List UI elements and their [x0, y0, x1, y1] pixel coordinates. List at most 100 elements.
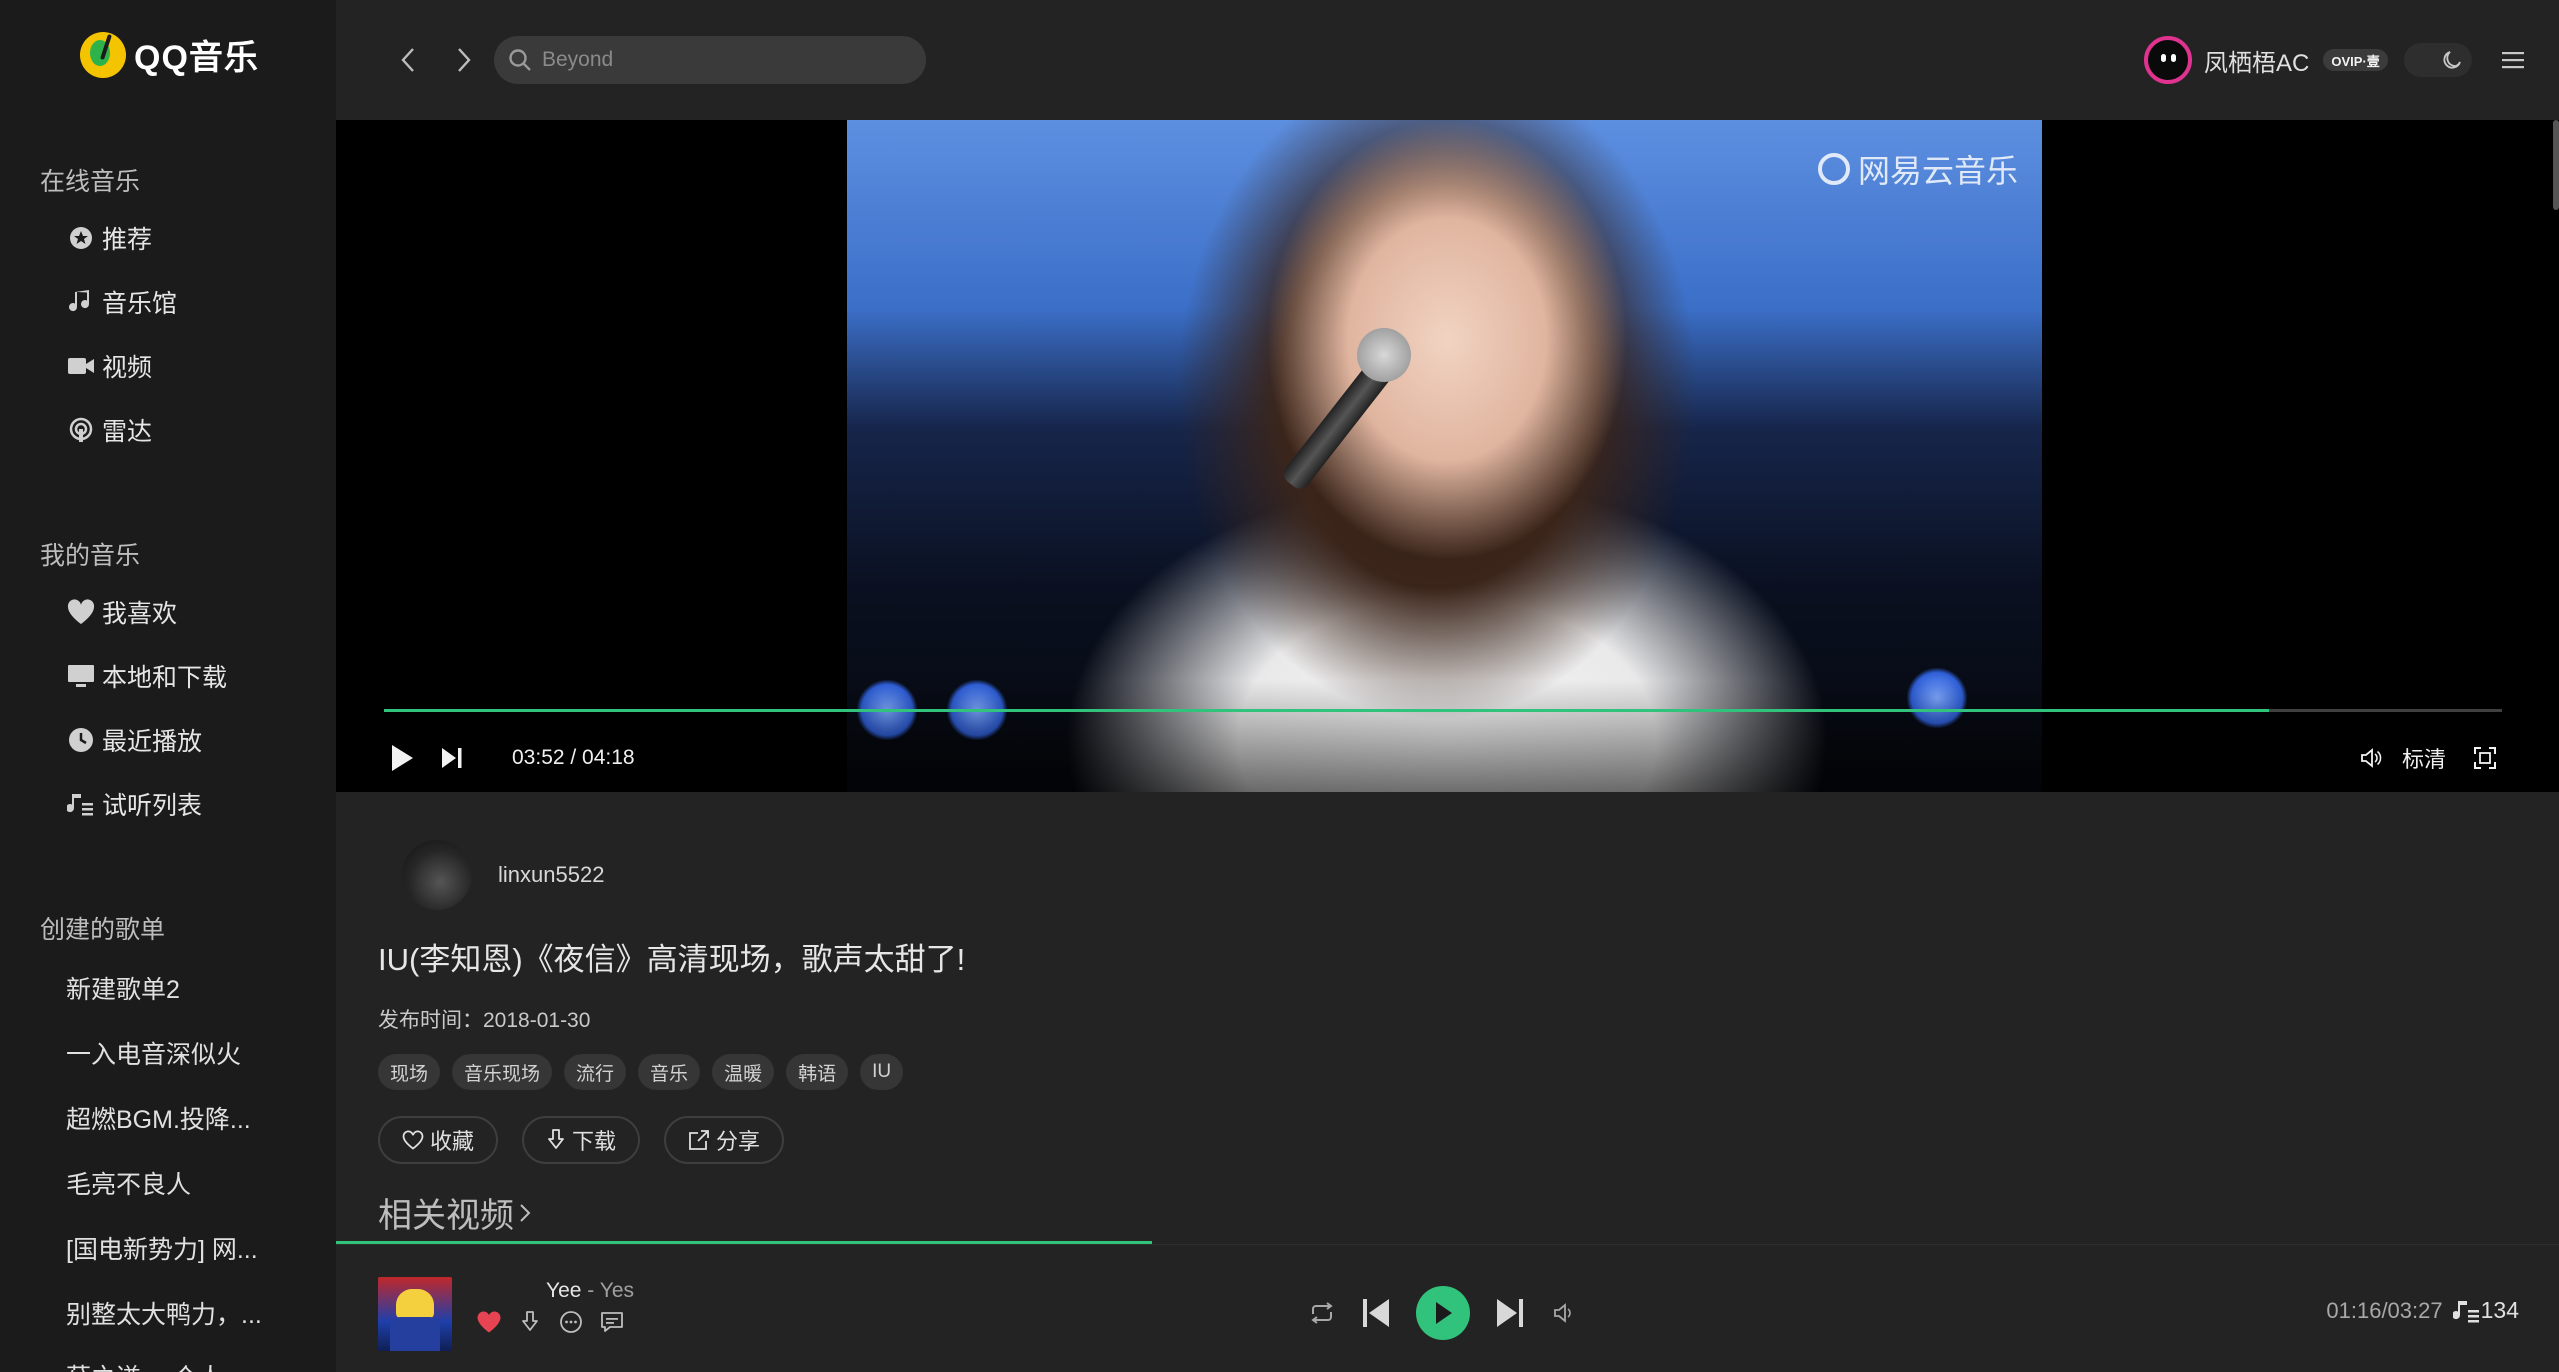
section-title-created-playlists: 创建的歌单 — [40, 916, 166, 944]
repeat-mode-button[interactable] — [1306, 1297, 1338, 1329]
avatar[interactable] — [2144, 36, 2192, 84]
top-bar: 凤栖梧AC OVIP·壹 — [336, 0, 2559, 120]
favorite-button[interactable]: 收藏 — [378, 1116, 499, 1164]
like-song-button[interactable] — [474, 1307, 504, 1337]
uploader-name[interactable]: linxun5522 — [498, 862, 604, 888]
heart-filled-icon — [477, 1311, 501, 1333]
volume-button[interactable] — [1548, 1297, 1580, 1329]
video-controls-shade — [336, 680, 2559, 792]
album-cover[interactable] — [378, 1277, 452, 1351]
watermark-text: 网易云音乐 — [1857, 153, 2018, 189]
next-track-button[interactable] — [1492, 1295, 1528, 1331]
video-actions: 收藏 下载 分享 — [378, 1116, 808, 1164]
sidebar-item-label: 本地和下载 — [102, 664, 228, 692]
sidebar-item-trial-list[interactable]: 试听列表 — [66, 784, 202, 824]
queue-count: 134 — [2480, 1297, 2519, 1323]
app-logo[interactable]: QQ音乐 — [80, 30, 259, 79]
video-fullscreen-button[interactable] — [2470, 743, 2500, 773]
sidebar-playlist-item[interactable]: 一入电音深似火 — [66, 1035, 241, 1071]
tag[interactable]: 音乐现场 — [452, 1054, 553, 1090]
search-box[interactable] — [494, 36, 926, 84]
download-icon — [546, 1129, 566, 1151]
username[interactable]: 凤栖梧AC — [2204, 43, 2309, 78]
share-button[interactable]: 分享 — [664, 1116, 785, 1164]
tag[interactable]: 现场 — [378, 1054, 441, 1090]
play-icon — [392, 745, 413, 771]
video-camera-icon — [66, 351, 96, 381]
sidebar-playlist-item[interactable]: 别整太大鸭力，... — [66, 1295, 262, 1331]
page-scrollbar[interactable] — [2553, 120, 2559, 210]
video-progress-bar[interactable] — [384, 709, 2502, 712]
sidebar-item-video[interactable]: 视频 — [66, 346, 152, 386]
sidebar-item-music-hall[interactable]: 音乐馆 — [66, 282, 177, 322]
now-playing-title[interactable]: Yee - Yes — [546, 1279, 634, 1303]
video-volume-button[interactable] — [2356, 743, 2386, 773]
comments-button[interactable] — [597, 1307, 627, 1337]
skip-next-icon — [1497, 1299, 1523, 1327]
sidebar-item-label: 推荐 — [102, 226, 153, 254]
tag[interactable]: 流行 — [564, 1054, 627, 1090]
song-actions — [474, 1307, 638, 1337]
related-videos-heading[interactable]: 相关视频 — [378, 1188, 532, 1237]
video-content-microphone-head — [1357, 328, 1411, 382]
video-play-button[interactable] — [384, 740, 420, 776]
play-icon — [1436, 1302, 1452, 1324]
player-bar: Yee - Yes 01:16/03:27 134 — [336, 1244, 2559, 1372]
sidebar-playlist-item[interactable]: 薛之谦 一个人... — [66, 1358, 244, 1372]
volume-icon — [2361, 748, 2382, 768]
share-icon — [688, 1129, 710, 1151]
song-separator: - — [581, 1279, 600, 1302]
song-name: Yee — [546, 1279, 582, 1302]
more-options-button[interactable] — [556, 1307, 586, 1337]
menu-icon — [2501, 52, 2524, 69]
main-menu-button[interactable] — [2498, 45, 2528, 75]
sidebar-playlist-item[interactable]: [国电新势力] 网... — [66, 1230, 258, 1266]
previous-track-button[interactable] — [1358, 1295, 1394, 1331]
back-button[interactable] — [390, 40, 426, 80]
sidebar-item-radar[interactable]: 雷达 — [66, 410, 152, 450]
song-artist[interactable]: Yes — [600, 1279, 634, 1302]
qq-music-logo-icon — [80, 31, 126, 78]
video-next-button[interactable] — [434, 740, 470, 776]
sidebar-playlist-item[interactable]: 超燃BGM.投降... — [66, 1100, 251, 1136]
video-right-controls: 标清 — [2356, 738, 2500, 778]
sidebar-item-recommend[interactable]: 推荐 — [66, 218, 152, 258]
tag[interactable]: IU — [860, 1054, 904, 1090]
sidebar-playlist-item[interactable]: 新建歌单2 — [66, 970, 180, 1006]
download-song-button[interactable] — [515, 1307, 545, 1337]
sidebar-item-favorites[interactable]: 我喜欢 — [66, 592, 177, 632]
netease-logo-icon — [1817, 153, 1850, 185]
video-quality-button[interactable]: 标清 — [2402, 742, 2446, 774]
recommend-icon — [66, 223, 96, 253]
video-player[interactable]: 网易云音乐 03:52 / 04:18 标清 — [336, 120, 2559, 792]
download-icon — [522, 1311, 538, 1331]
chevron-left-icon — [401, 48, 414, 72]
video-title: IU(李知恩)《夜信》高清现场，歌声太甜了! — [378, 942, 966, 977]
download-button[interactable]: 下载 — [522, 1116, 641, 1164]
search-icon — [509, 49, 531, 71]
play-pause-button[interactable] — [1416, 1286, 1470, 1340]
sidebar-playlist-item[interactable]: 毛亮不良人 — [66, 1165, 191, 1201]
uploader-avatar[interactable] — [402, 840, 472, 910]
sidebar-item-local-download[interactable]: 本地和下载 — [66, 656, 227, 696]
favorite-label: 收藏 — [430, 1129, 475, 1154]
sidebar-item-recent[interactable]: 最近播放 — [66, 720, 202, 760]
sidebar-item-label: 音乐馆 — [102, 290, 178, 318]
search-input[interactable] — [542, 48, 902, 72]
theme-toggle[interactable] — [2403, 43, 2472, 77]
tag[interactable]: 韩语 — [786, 1054, 849, 1090]
queue-button[interactable]: 134 — [2452, 1297, 2519, 1324]
app-name: QQ音乐 — [134, 39, 259, 77]
vip-badge[interactable]: OVIP·壹 — [2323, 49, 2388, 71]
more-dots-icon — [560, 1311, 582, 1333]
video-info: linxun5522 IU(李知恩)《夜信》高清现场，歌声太甜了! 发布时间：2… — [336, 792, 2559, 1244]
music-note-icon — [66, 287, 96, 317]
tag[interactable]: 温暖 — [712, 1054, 775, 1090]
monitor-icon — [66, 661, 96, 691]
forward-button[interactable] — [446, 40, 482, 80]
volume-icon — [1554, 1303, 1571, 1323]
tag[interactable]: 音乐 — [638, 1054, 701, 1090]
fullscreen-icon — [2474, 747, 2497, 769]
sidebar-item-label: 我喜欢 — [102, 600, 178, 628]
comment-icon — [601, 1312, 623, 1332]
